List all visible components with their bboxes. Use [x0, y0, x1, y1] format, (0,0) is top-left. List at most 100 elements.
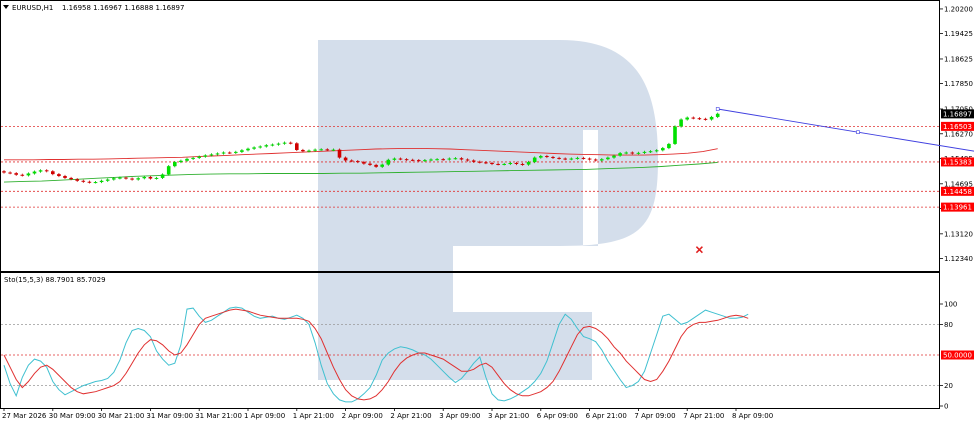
price-tick-label: 1.20200: [944, 5, 973, 13]
candle-body: [258, 146, 262, 148]
candle-body: [112, 178, 116, 180]
candle-body: [374, 164, 378, 167]
time-tick-label: 2 Apr 21:00: [390, 412, 431, 420]
candle-body: [484, 162, 488, 164]
price-axis: 1.202001.194251.186251.178501.170501.162…: [939, 5, 974, 263]
time-tick-label: 30 Mar 09:00: [49, 412, 96, 420]
price-marker-label: 1.16897: [943, 110, 972, 118]
candle-body: [648, 151, 653, 153]
candle-body: [215, 153, 220, 155]
candle-body: [417, 160, 421, 162]
candle-body: [2, 171, 6, 173]
candle-body: [87, 181, 92, 183]
candle-body: [264, 145, 269, 147]
candle-body: [203, 155, 208, 157]
candle-body: [447, 158, 452, 160]
time-tick-label: 30 Mar 21:00: [98, 412, 145, 420]
candle-body: [227, 152, 232, 154]
candle-body: [356, 161, 360, 163]
candle-body: [93, 182, 98, 184]
candle-body: [99, 180, 104, 183]
candle-body: [587, 158, 592, 160]
candle-body: [75, 179, 79, 181]
candle-body: [26, 173, 31, 176]
candle-body: [593, 159, 598, 161]
candle-body: [630, 152, 635, 154]
candle-body: [313, 149, 317, 151]
candle-body: [173, 162, 177, 167]
time-tick-label: 7 Apr 09:00: [634, 412, 675, 420]
candle-body: [423, 160, 427, 162]
candle-body: [398, 158, 403, 160]
time-tick-label: 6 Apr 09:00: [537, 412, 578, 420]
candle-body: [148, 176, 153, 179]
candle-body: [691, 117, 696, 119]
candle-body: [551, 156, 555, 158]
candle-body: [166, 166, 171, 175]
candle-body: [465, 159, 470, 161]
stochastic-tick-label: 100: [944, 301, 957, 309]
candle-body: [246, 148, 250, 151]
candle-body: [142, 176, 147, 179]
candle-body: [441, 159, 445, 161]
candle-body: [404, 159, 409, 161]
candle-body: [301, 149, 305, 152]
candle-body: [661, 148, 665, 151]
candle-body: [514, 163, 519, 164]
price-marker-label: 1.13961: [943, 204, 972, 212]
candle-body: [337, 149, 342, 158]
stochastic-tick-label: 0: [944, 403, 948, 411]
forecast-line: [717, 108, 974, 152]
candle-body: [612, 155, 616, 158]
candle-body: [38, 170, 43, 172]
chart-canvas: 1.202001.194251.186251.178501.170501.162…: [0, 0, 974, 420]
candle-body: [636, 152, 641, 154]
price-marker-label: 1.15383: [943, 158, 972, 166]
candle-body: [276, 143, 281, 145]
price-marker-label: 1.16503: [943, 123, 972, 131]
candle-body: [105, 179, 110, 181]
candle-body: [380, 164, 384, 167]
candle-body: [240, 150, 244, 152]
candle-body: [14, 173, 18, 175]
candle-body: [288, 142, 293, 144]
candle-body: [362, 162, 366, 164]
candle-body: [343, 157, 348, 161]
candle-body: [654, 150, 659, 152]
candle-body: [136, 178, 140, 180]
candle-body: [51, 171, 55, 175]
candle-body: [502, 163, 506, 165]
candle-body: [618, 153, 622, 156]
candle-body: [386, 159, 391, 165]
candle-body: [392, 158, 397, 160]
triangle-down-icon[interactable]: [3, 5, 9, 9]
stochastic-axis: 100 80 50.0000 20 0: [939, 301, 974, 411]
candle-body: [581, 157, 586, 159]
candle-body: [478, 161, 482, 163]
candle-body: [69, 177, 73, 180]
forecast-point: [856, 130, 860, 134]
candle-body: [685, 117, 689, 120]
candle-body: [295, 143, 299, 150]
candle-body: [118, 177, 122, 179]
candle-body: [410, 159, 415, 161]
candle-body: [532, 157, 537, 163]
candle-body: [429, 159, 433, 161]
candle-body: [368, 163, 372, 165]
close-icon: [695, 246, 703, 254]
candle-body: [81, 180, 86, 182]
candle-body: [8, 172, 12, 174]
candle-body: [490, 163, 494, 164]
stochastic-label: Sto(15,5,3) 88.7901 85.7029: [4, 276, 106, 284]
candle-body: [209, 154, 214, 156]
time-tick-label: 31 Mar 09:00: [146, 412, 193, 420]
candle-body: [130, 178, 134, 180]
candle-body: [715, 113, 720, 117]
forecast-point: [715, 107, 720, 111]
candle-body: [307, 150, 311, 152]
candle-body: [709, 116, 714, 120]
ohlc-values: 1.16958 1.16967 1.16888 1.16897: [62, 4, 184, 12]
price-marker-label: 1.14458: [943, 188, 972, 196]
time-tick-label: 1 Apr 21:00: [293, 412, 334, 420]
candle-body: [319, 149, 323, 151]
